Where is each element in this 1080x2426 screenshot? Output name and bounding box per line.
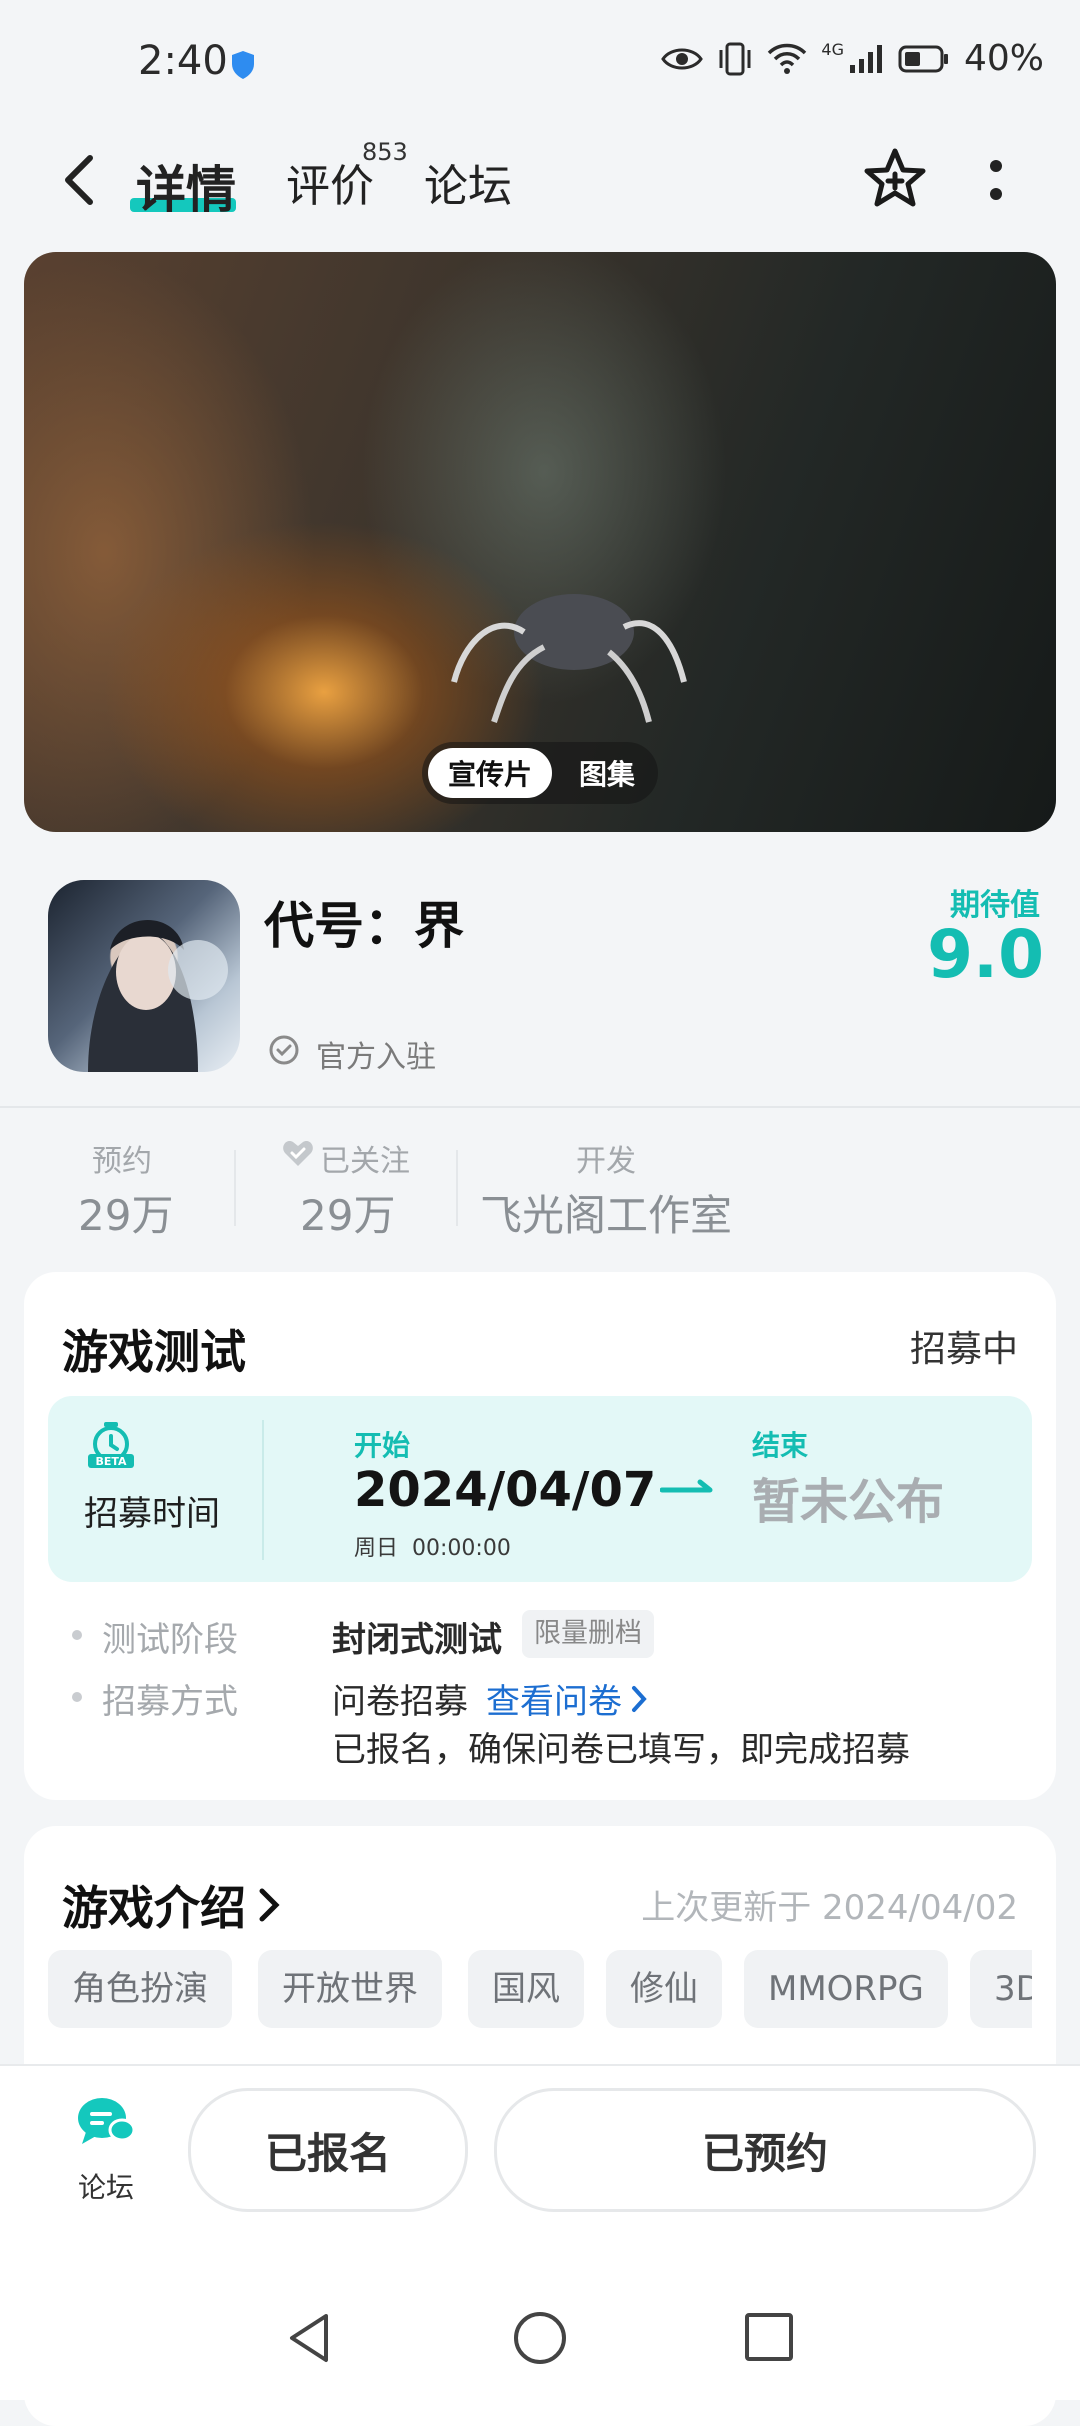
recruit-time-label: 招募时间: [84, 1494, 220, 1534]
tag-list: 角色扮演 开放世界 国风 修仙 MMORPG 3D: [48, 1950, 1032, 2030]
view-survey-link[interactable]: 查看问卷: [486, 1674, 650, 1723]
tag-chip[interactable]: 修仙: [606, 1950, 722, 2028]
recruit-method-value: 问卷招募: [332, 1682, 468, 1722]
battery-level: 40%: [963, 38, 1044, 79]
heart-icon: [283, 1141, 313, 1166]
stat-separator: [456, 1150, 458, 1226]
stat-separator: [234, 1150, 236, 1226]
stat-reserve-value: 29万: [78, 1191, 174, 1240]
last-updated: 上次更新于 2024/04/02: [641, 1888, 1018, 1928]
stat-follow-label: 已关注: [320, 1144, 410, 1179]
recruit-method-label: 招募方式: [102, 1682, 238, 1722]
recruit-status: 招募中: [909, 1329, 1018, 1370]
stat-developer-label: 开发: [576, 1144, 636, 1179]
more-icon[interactable]: [988, 158, 1004, 202]
signed-up-button[interactable]: 已报名: [188, 2088, 468, 2212]
chevron-right-icon: [259, 1888, 280, 1922]
test-phase-label: 测试阶段: [102, 1620, 238, 1660]
tag-chip[interactable]: 角色扮演: [48, 1950, 232, 2028]
recruit-separator: [262, 1420, 264, 1560]
tag-chip[interactable]: 3D: [970, 1950, 1032, 2028]
status-bar: 2:40 4G 40%: [0, 0, 1080, 130]
media-switcher: 宣传片 图集: [422, 742, 658, 804]
divider: [0, 1106, 1080, 1108]
stat-developer-value[interactable]: 飞光阁工作室: [480, 1182, 732, 1243]
official-label: 官方入驻: [316, 1040, 436, 1075]
back-icon[interactable]: [56, 150, 104, 210]
signal-icon: [849, 44, 882, 73]
system-recents-icon[interactable]: [744, 2312, 794, 2362]
limit-tag: 限量删档: [522, 1610, 654, 1658]
arrow-right-icon: [660, 1479, 713, 1493]
end-value: 暂未公布: [752, 1474, 945, 1530]
forum-icon[interactable]: [74, 2094, 136, 2150]
start-time: 周日 00:00:00: [354, 1530, 511, 1562]
stat-follow-value: 29万: [300, 1191, 396, 1240]
eye-icon: [661, 48, 704, 69]
end-label: 结束: [752, 1429, 809, 1462]
tab-reviews[interactable]: 评价: [286, 150, 374, 214]
game-title: 代号：界: [264, 897, 464, 955]
forum-label[interactable]: 论坛: [78, 2166, 134, 2206]
tab-gallery[interactable]: 图集: [566, 748, 648, 798]
stat-reserve-label: 预约: [92, 1144, 152, 1179]
game-test-title: 游戏测试: [62, 1325, 246, 1379]
bullet: [72, 1692, 82, 1702]
tag-chip[interactable]: MMORPG: [744, 1950, 948, 2028]
tab-details[interactable]: 详情: [136, 150, 236, 222]
status-time: 2:40: [138, 38, 228, 84]
test-phase-value: 封闭式测试: [332, 1620, 502, 1660]
system-home-icon[interactable]: [512, 2310, 568, 2366]
game-intro-title: 游戏介绍: [62, 1881, 246, 1935]
tab-forum[interactable]: 论坛: [424, 150, 512, 214]
vibrate-icon: [719, 42, 751, 75]
start-weekday: 周日: [354, 1536, 399, 1561]
bullet: [72, 1630, 82, 1640]
media-banner[interactable]: 宣传片 图集: [24, 252, 1056, 832]
shield-icon: [232, 51, 254, 79]
start-label: 开始: [354, 1429, 411, 1462]
wifi-icon: [768, 43, 807, 74]
creature-illustration: [451, 594, 687, 723]
status-indicators: 4G 40%: [661, 38, 1044, 79]
expect-value: 9.0: [927, 916, 1044, 993]
verified-icon: [269, 1035, 299, 1065]
svg-text:BETA: BETA: [95, 1455, 127, 1468]
network-type: 4G: [821, 40, 844, 59]
tag-chip[interactable]: 国风: [468, 1950, 584, 2028]
star-add-icon[interactable]: [862, 146, 928, 212]
system-back-icon[interactable]: [282, 2310, 338, 2366]
signup-note: 已报名，确保问卷已填写，即完成招募: [332, 1730, 910, 1770]
beta-clock-icon: BETA: [88, 1422, 134, 1468]
start-date: 2024/04/07: [354, 1462, 657, 1518]
reviews-count-badge: 853: [362, 138, 408, 166]
view-survey-label: 查看问卷: [486, 1682, 622, 1722]
reserved-button[interactable]: 已预约: [494, 2088, 1036, 2212]
tag-chip[interactable]: 开放世界: [258, 1950, 442, 2028]
start-clock: 00:00:00: [412, 1536, 511, 1561]
game-icon: [48, 880, 240, 1072]
game-intro-header[interactable]: 游戏介绍: [62, 1872, 282, 1938]
tab-trailer[interactable]: 宣传片: [428, 748, 552, 798]
chevron-right-icon: [632, 1685, 647, 1712]
battery-icon: [898, 45, 948, 72]
